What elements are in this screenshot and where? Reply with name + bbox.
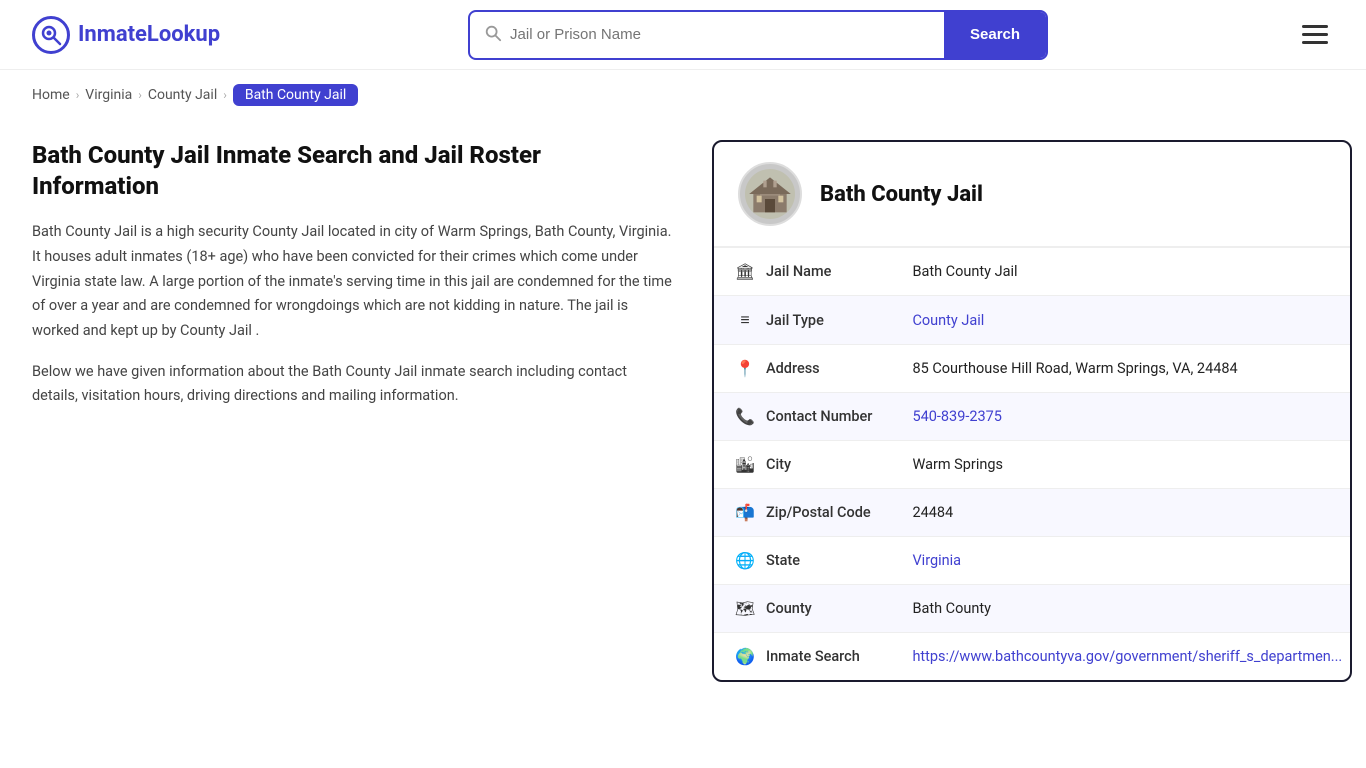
left-column: Bath County Jail Inmate Search and Jail …	[32, 140, 672, 425]
info-label-city: 🏙City	[714, 441, 892, 489]
info-value-zip/postal-code: 24484	[892, 489, 1352, 537]
info-label-jail-name: 🏛Jail Name	[714, 248, 892, 296]
info-label-address: 📍Address	[714, 345, 892, 393]
info-label-state: 🌐State	[714, 537, 892, 585]
info-card: Bath County Jail 🏛Jail NameBath County J…	[712, 140, 1352, 682]
logo-icon	[32, 16, 70, 54]
info-value-city: Warm Springs	[892, 441, 1352, 489]
breadcrumb-county-jail[interactable]: County Jail	[148, 87, 217, 103]
logo-text: InmateLookup	[78, 22, 220, 47]
info-value-address: 85 Courthouse Hill Road, Warm Springs, V…	[892, 345, 1352, 393]
breadcrumb-home[interactable]: Home	[32, 87, 70, 103]
jail-avatar	[738, 162, 802, 226]
info-value-jail-type: County Jail	[892, 296, 1352, 345]
breadcrumb: Home › Virginia › County Jail › Bath Cou…	[0, 70, 1366, 120]
info-label-zip/postal-code: 📬Zip/Postal Code	[714, 489, 892, 537]
search-bar: Search	[468, 10, 1048, 60]
info-value-jail-name: Bath County Jail	[892, 248, 1352, 296]
breadcrumb-current: Bath County Jail	[233, 84, 358, 106]
hamburger-menu[interactable]	[1296, 19, 1334, 50]
main-content: Bath County Jail Inmate Search and Jail …	[0, 120, 1366, 722]
breadcrumb-sep-3: ›	[223, 88, 227, 102]
info-value-state: Virginia	[892, 537, 1352, 585]
info-value-county: Bath County	[892, 585, 1352, 633]
site-header: InmateLookup Search	[0, 0, 1366, 70]
search-icon	[484, 24, 502, 46]
breadcrumb-sep-1: ›	[76, 88, 80, 102]
card-header: Bath County Jail	[714, 142, 1350, 247]
description-paragraph-2: Below we have given information about th…	[32, 360, 672, 409]
info-value-inmate-search: https://www.bathcountyva.gov/government/…	[892, 633, 1352, 681]
info-value-contact-number: 540-839-2375	[892, 393, 1352, 441]
breadcrumb-sep-2: ›	[138, 88, 142, 102]
card-title: Bath County Jail	[820, 182, 983, 207]
info-label-jail-type: ≡Jail Type	[714, 296, 892, 345]
info-label-county: 🗺County	[714, 585, 892, 633]
description-paragraph-1: Bath County Jail is a high security Coun…	[32, 220, 672, 343]
search-button[interactable]: Search	[944, 12, 1046, 58]
info-label-inmate-search: 🌍Inmate Search	[714, 633, 892, 681]
info-label-contact-number: 📞Contact Number	[714, 393, 892, 441]
page-title: Bath County Jail Inmate Search and Jail …	[32, 140, 672, 202]
search-input[interactable]	[510, 26, 930, 43]
breadcrumb-virginia[interactable]: Virginia	[85, 87, 132, 103]
info-table: 🏛Jail NameBath County Jail≡Jail TypeCoun…	[714, 247, 1352, 680]
logo-link[interactable]: InmateLookup	[32, 16, 220, 54]
